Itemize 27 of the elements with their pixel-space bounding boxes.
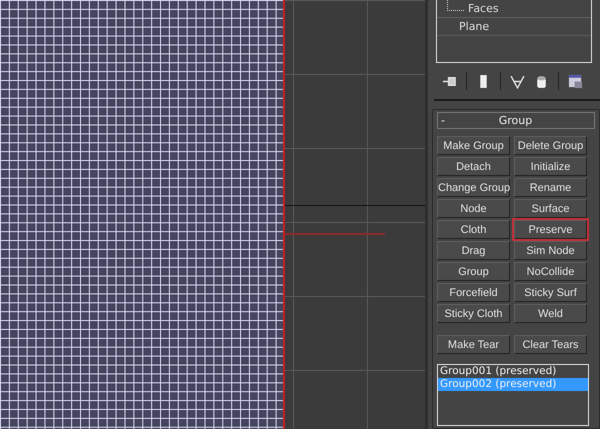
cylinder-icon[interactable] [534,74,549,88]
group-button[interactable]: Sticky Surf [514,283,587,302]
group-button[interactable]: Sticky Cloth [437,304,510,323]
stack-item[interactable]: Plane [459,20,490,33]
stack-item[interactable]: Faces [468,2,499,15]
group-button[interactable]: NoCollide [514,262,587,281]
group-button[interactable]: Weld [514,304,587,323]
group-button[interactable]: Initialize [514,157,587,176]
group-list-item[interactable]: Group001 (preserved) [438,365,588,378]
group-button[interactable]: Sim Node [514,241,587,260]
group-button[interactable]: Drag [437,241,510,260]
group-button[interactable]: Surface [514,199,587,218]
group-button[interactable]: Rename [514,178,587,197]
configure-icon[interactable] [568,74,583,88]
rollout-header[interactable]: - Group [437,112,595,129]
tear-button[interactable]: Clear Tears [514,335,587,354]
group-button[interactable]: Change Group [437,178,510,197]
group-button[interactable]: Preserve [514,220,587,239]
group-button[interactable]: Delete Group [514,136,587,155]
group-button[interactable]: Cloth [437,220,510,239]
group-button[interactable]: Node [437,199,510,218]
group-button[interactable]: Make Group [437,136,510,155]
group-button[interactable]: Detach [437,157,510,176]
group-button[interactable]: Forcefield [437,283,510,302]
tear-button[interactable]: Make Tear [437,335,510,354]
group-button[interactable]: Group [437,262,510,281]
vertex-funnel-icon[interactable] [510,74,525,88]
